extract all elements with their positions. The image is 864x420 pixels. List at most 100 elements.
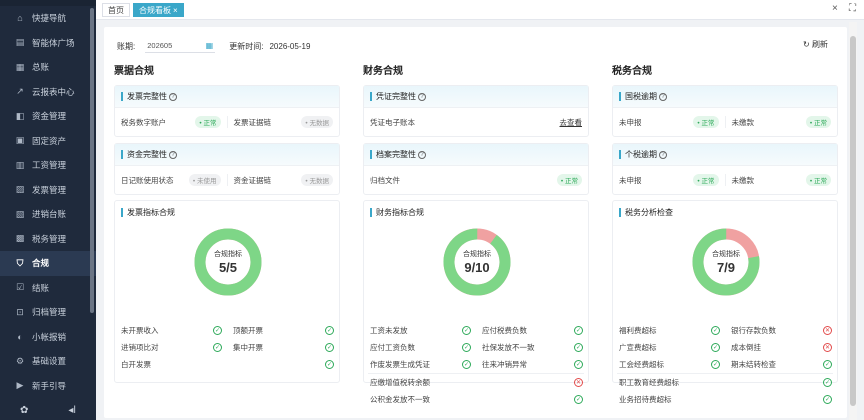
indicator-item[interactable]: 银行存款负数 ✕ xyxy=(725,325,837,336)
sidebar-item[interactable]: ▨ 发票管理 xyxy=(0,178,96,203)
period-picker[interactable]: 202605 ▦ xyxy=(145,39,216,53)
tab-bar: 首页 合规看板 × xyxy=(96,0,864,20)
tab-home[interactable]: 首页 xyxy=(102,2,130,17)
indicator-item[interactable]: 集中开票 ✓ xyxy=(227,342,339,353)
indicator-label: 银行存款负数 xyxy=(731,326,776,335)
sidebar-item[interactable]: ▤ 智能体广场 xyxy=(0,31,96,56)
sidebar-item-label: 固定资产 xyxy=(32,135,67,146)
sidebar-item[interactable]: ◧ 资金管理 xyxy=(0,104,96,129)
indicator-item[interactable]: 作废发票生成凭证 ✓ xyxy=(364,359,476,370)
page-scrollbar[interactable] xyxy=(850,36,856,406)
indicator-item[interactable]: 业务招待费超标 ✓ xyxy=(613,394,837,405)
column-title: 财务合规 xyxy=(363,66,403,77)
sidebar-item[interactable]: ⚙ 基础设置 xyxy=(0,349,96,374)
indicator-item[interactable]: 公积金发放不一致 ✓ xyxy=(364,394,588,405)
close-icon[interactable]: × xyxy=(173,6,178,15)
indicator-item[interactable]: 应付税费负数 ✓ xyxy=(476,325,588,336)
indicator-item[interactable]: 工资未发放 ✓ xyxy=(364,325,476,336)
indicator-item[interactable]: 广宣费超标 ✓ xyxy=(613,342,725,353)
sidebar-item-label: 总账 xyxy=(32,62,50,73)
help-icon[interactable]: ? xyxy=(659,150,667,159)
sidebar-item-label: 基础设置 xyxy=(32,356,67,367)
check-circle-icon: ✓ xyxy=(213,343,222,352)
update-time-value: 2026-05-19 xyxy=(269,41,311,51)
period-label: 账期: xyxy=(117,41,136,51)
indicator-item[interactable]: 白开发票 ✓ xyxy=(115,359,339,370)
close-window-icon[interactable]: × xyxy=(832,3,838,14)
sidebar-item-label: 税务管理 xyxy=(32,233,67,244)
sidebar-item[interactable]: ⛉ 合规 xyxy=(0,251,96,276)
indicator-item[interactable]: 福利费超标 ✓ xyxy=(613,325,725,336)
card-header: 个税逾期? xyxy=(613,144,837,166)
indicator-item[interactable]: 工会经费超标 ✓ xyxy=(613,359,725,370)
sidebar-item-label: 快捷导航 xyxy=(32,13,67,24)
sidebar-item[interactable]: ▦ 总账 xyxy=(0,55,96,80)
indicator-label: 应付税费负数 xyxy=(482,326,527,335)
gear-icon[interactable]: ✿ xyxy=(20,405,28,416)
tab-compliance-board[interactable]: 合规看板 × xyxy=(133,2,184,17)
help-icon[interactable]: ? xyxy=(169,150,177,159)
sidebar-item[interactable]: ▣ 固定资产 xyxy=(0,129,96,154)
indicator-label: 往来冲销异常 xyxy=(482,360,527,369)
card-header: 税务分析检查 xyxy=(613,201,837,223)
donut-label: 合规指标 xyxy=(463,251,491,258)
status-badge: • 无数据 xyxy=(301,174,333,186)
card-title: 发票完整性 xyxy=(127,92,167,101)
donut-center: 合规指标 5/5 xyxy=(193,227,263,297)
card-title: 档案完整性 xyxy=(376,150,416,159)
cell-label: 未缴款 xyxy=(731,117,755,127)
indicator-label: 业务招待费超标 xyxy=(619,395,672,404)
indicator-item[interactable]: 社保发放不一致 ✓ xyxy=(476,342,588,353)
sidebar-item[interactable]: ▶ 新手引导 xyxy=(0,374,96,399)
check-circle-icon: ✓ xyxy=(574,343,583,352)
indicator-item[interactable]: 往来冲销异常 ✓ xyxy=(476,359,588,370)
card-title: 发票指标合规 xyxy=(127,207,175,217)
sidebar-item[interactable]: ↗ 云报表中心 xyxy=(0,80,96,105)
indicator-label: 社保发放不一致 xyxy=(482,343,535,352)
check-circle-icon: ✓ xyxy=(462,360,471,369)
card-voucher-integrity: 凭证完整性? 凭证电子账本 去查看 xyxy=(363,85,589,137)
donut-value: 7/9 xyxy=(716,260,736,275)
sidebar-item[interactable]: ◐ 小帐报销 xyxy=(0,325,96,350)
card-header: 资金完整性? xyxy=(115,144,339,166)
help-icon[interactable]: ? xyxy=(659,92,667,101)
inventory-icon: ▧ xyxy=(15,208,25,219)
card-fund-integrity: 资金完整性? 日记账使用状态 • 未使用 资金证据链 • 无数据 xyxy=(114,143,340,195)
help-icon[interactable]: ? xyxy=(418,92,426,101)
indicator-item[interactable]: 应缴增值税转余额 ✕ xyxy=(364,377,588,388)
refresh-icon: ↻ xyxy=(803,40,810,49)
sidebar: ⌂ 快捷导航 ▤ 智能体广场 ▦ 总账 ↗ 云报表中心 ◧ 资金管理 ▣ 固定资产 ▥ 工资管理 ▨ 发票管理… xyxy=(0,0,96,420)
indicator-item[interactable]: 成本倒挂 ✕ xyxy=(725,342,837,353)
sidebar-item[interactable]: ▧ 进销台账 xyxy=(0,202,96,227)
indicator-item[interactable]: 顶额开票 ✓ xyxy=(227,325,339,336)
indicator-item[interactable]: 进销项比对 ✓ xyxy=(115,342,227,353)
sidebar-scrollbar[interactable] xyxy=(90,8,94,313)
indicator-item[interactable]: 应付工资负数 ✓ xyxy=(364,342,476,353)
collapse-icon[interactable]: ◂ǀ xyxy=(68,405,76,416)
sidebar-item[interactable]: ☑ 结账 xyxy=(0,276,96,301)
check-circle-icon: ✓ xyxy=(823,378,832,387)
update-time-label: 更新时间: xyxy=(229,41,264,51)
sidebar-item[interactable]: ⊡ 归档管理 xyxy=(0,300,96,325)
sidebar-item[interactable]: ▥ 工资管理 xyxy=(0,153,96,178)
help-icon[interactable]: ? xyxy=(418,150,426,159)
fullscreen-icon[interactable]: ⛶ xyxy=(849,3,856,14)
tax-icon: ▩ xyxy=(15,233,25,244)
card-title: 税务分析检查 xyxy=(625,207,673,217)
indicator-list: 工资未发放 ✓ 应付税费负数 ✓ 应付工资负数 ✓ 社保发放不一致 ✓ 作废发票生成凭证 ✓ 往来冲… xyxy=(364,322,588,408)
help-icon[interactable]: ? xyxy=(169,92,177,101)
indicator-item[interactable]: 期末结转检查 ✓ xyxy=(725,359,837,370)
error-circle-icon: ✕ xyxy=(823,343,832,352)
cell-label: 凭证电子账本 xyxy=(370,117,415,127)
indicator-item[interactable]: 未开票收入 ✓ xyxy=(115,325,227,336)
card-invoice-integrity: 发票完整性? 税务数字账户 • 正常 发票证据链 • 无数据 xyxy=(114,85,340,137)
sidebar-item[interactable]: ⌂ 快捷导航 xyxy=(0,6,96,31)
indicator-label: 职工教育经费超标 xyxy=(619,378,679,387)
tab-label: 合规看板 xyxy=(139,5,171,15)
sidebar-item[interactable]: ▩ 税务管理 xyxy=(0,227,96,252)
view-link[interactable]: 去查看 xyxy=(560,117,583,128)
card-archive-integrity: 档案完整性? 归档文件 • 正常 xyxy=(363,143,589,195)
refresh-button[interactable]: ↻ 刷新 xyxy=(803,39,828,50)
indicator-item[interactable]: 职工教育经费超标 ✓ xyxy=(613,377,837,388)
status-badge: • 正常 xyxy=(556,174,582,186)
